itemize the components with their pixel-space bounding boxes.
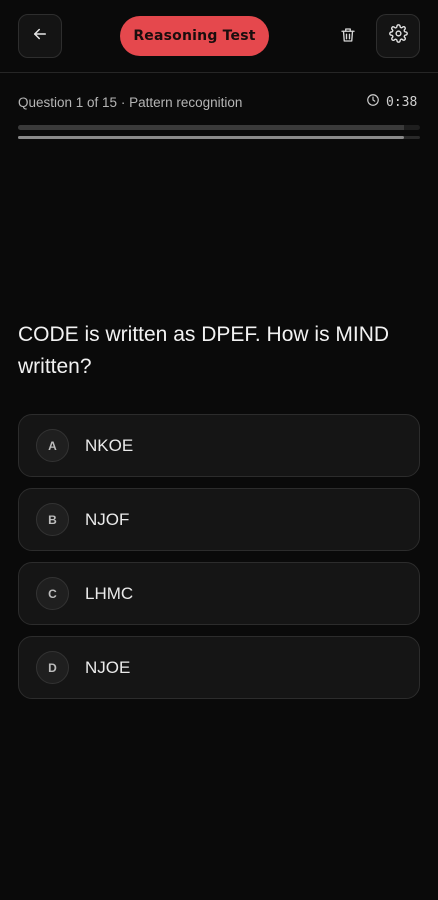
test-title-pill[interactable]: Reasoning Test (120, 16, 269, 56)
question-meta-label: Question 1 of 15 · Pattern recognition (18, 95, 243, 110)
answer-option-b[interactable]: B NJOF (18, 488, 420, 551)
option-letter-badge: C (36, 577, 69, 610)
option-text: NJOE (85, 657, 131, 677)
question-text: CODE is written as DPEF. How is MIND wri… (18, 323, 390, 378)
option-letter-badge: B (36, 503, 69, 536)
option-letter-badge: D (36, 651, 69, 684)
timer-value: 0:38 (386, 95, 418, 110)
option-text: NJOF (85, 509, 130, 529)
answer-option-d[interactable]: D NJOE (18, 636, 420, 699)
progress-track (18, 125, 420, 130)
answer-option-a[interactable]: A NKOE (18, 414, 420, 477)
gear-icon (388, 24, 408, 48)
option-text: LHMC (85, 583, 134, 603)
timer-progress-bar (18, 136, 420, 139)
option-letter-badge: A (36, 429, 69, 462)
settings-button[interactable] (376, 14, 420, 58)
answer-options: A NKOE B NJOF C LHMC D NJOE (18, 414, 420, 710)
trash-icon (339, 26, 357, 49)
back-button[interactable] (18, 14, 62, 58)
option-text: NKOE (85, 435, 134, 455)
progress-fill (18, 125, 404, 130)
timer: 0:38 (366, 93, 417, 112)
clock-icon (366, 93, 380, 112)
answer-option-c[interactable]: C LHMC (18, 562, 420, 625)
top-bar: Reasoning Test (0, 0, 438, 73)
arrow-left-icon (31, 25, 49, 48)
timer-progress-fill (18, 136, 404, 139)
delete-button[interactable] (333, 22, 363, 52)
